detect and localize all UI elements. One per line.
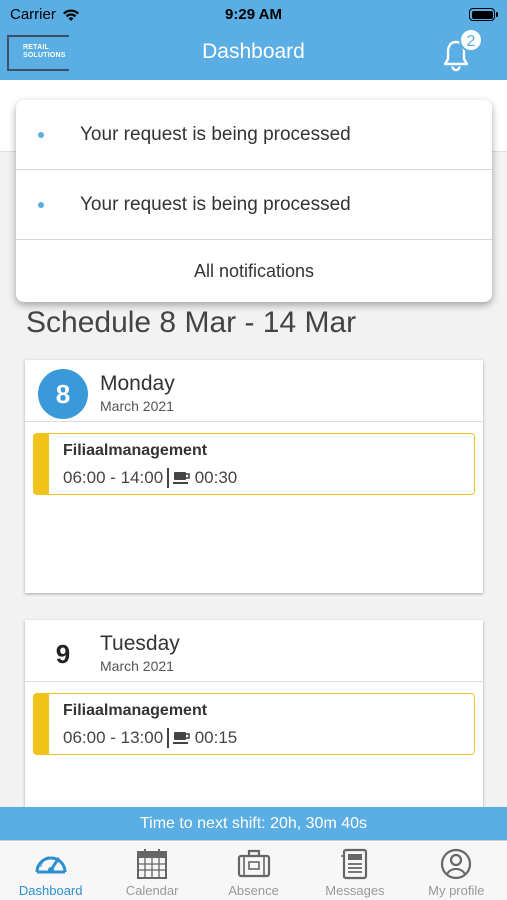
clock: 9:29 AM xyxy=(225,6,282,23)
user-icon xyxy=(441,848,472,880)
divider xyxy=(167,468,169,488)
day-card[interactable]: 8 Monday March 2021 Filiaalmanagement 06… xyxy=(25,360,483,593)
page-title: Dashboard xyxy=(202,40,305,63)
tab-calendar[interactable]: Calendar xyxy=(101,841,202,900)
notifications-panel: Your request is being processed Your req… xyxy=(16,100,492,302)
schedule-title: Schedule 8 Mar - 14 Mar xyxy=(26,306,357,339)
tab-label: Dashboard xyxy=(18,883,83,898)
month-label: March 2021 xyxy=(100,658,174,674)
break-duration: 00:15 xyxy=(194,728,238,747)
day-number: 9 xyxy=(55,639,71,669)
shift-name: Filiaalmanagement xyxy=(63,702,208,719)
shift-times: 06:00 - 14:00 00:30 xyxy=(63,468,237,488)
unread-dot xyxy=(38,132,44,138)
weekday-label: Monday xyxy=(100,372,175,395)
shift-card[interactable]: Filiaalmanagement 06:00 - 14:00 00:30 xyxy=(33,433,475,495)
all-notifications-link[interactable]: All notifications xyxy=(16,240,492,302)
tab-label: My profile xyxy=(428,883,485,898)
unread-dot xyxy=(38,202,44,208)
notification-badge[interactable]: 2 xyxy=(459,28,483,52)
divider xyxy=(167,728,169,748)
tab-label: Absence xyxy=(228,883,279,898)
status-bar: Carrier 9:29 AM xyxy=(0,0,507,30)
shift-time-range: 06:00 - 14:00 xyxy=(63,468,164,487)
notification-text: Your request is being processed xyxy=(80,194,351,215)
suitcase-icon xyxy=(237,849,270,878)
shift-times: 06:00 - 13:00 00:15 xyxy=(63,728,237,748)
tab-messages[interactable]: Messages xyxy=(304,841,405,900)
notification-item[interactable]: Your request is being processed xyxy=(16,170,492,240)
day-header: 8 Monday March 2021 xyxy=(25,360,483,422)
break-duration: 00:30 xyxy=(194,468,238,487)
shift-card[interactable]: Filiaalmanagement 06:00 - 13:00 00:15 xyxy=(33,693,475,755)
calendar-icon xyxy=(137,849,168,879)
day-number: 8 xyxy=(38,369,88,419)
coffee-cup-icon xyxy=(172,472,190,484)
day-card[interactable]: 9 Tuesday March 2021 Filiaalmanagement 0… xyxy=(25,620,483,820)
tab-dashboard[interactable]: Dashboard xyxy=(0,841,101,900)
tab-absence[interactable]: Absence xyxy=(203,841,304,900)
notification-text: Your request is being processed xyxy=(80,124,351,145)
next-shift-banner: Time to next shift: 20h, 30m 40s xyxy=(0,807,507,840)
gauge-icon xyxy=(35,856,67,874)
tab-label: Messages xyxy=(325,883,385,898)
shift-time-range: 06:00 - 13:00 xyxy=(63,728,164,747)
newspaper-icon xyxy=(340,848,368,880)
month-label: March 2021 xyxy=(100,398,174,414)
tab-label: Calendar xyxy=(125,883,179,898)
notification-item[interactable]: Your request is being processed xyxy=(16,100,492,170)
shift-name: Filiaalmanagement xyxy=(63,442,208,459)
battery-icon xyxy=(469,8,498,21)
tab-bar: Dashboard Calendar Absence Messages My p… xyxy=(0,840,507,900)
weekday-label: Tuesday xyxy=(100,632,180,655)
header: RETAIL SOLUTIONS Dashboard 2 xyxy=(0,28,507,80)
tab-my-profile[interactable]: My profile xyxy=(406,841,507,900)
coffee-cup-icon xyxy=(172,732,190,744)
day-header: 9 Tuesday March 2021 xyxy=(25,620,483,682)
